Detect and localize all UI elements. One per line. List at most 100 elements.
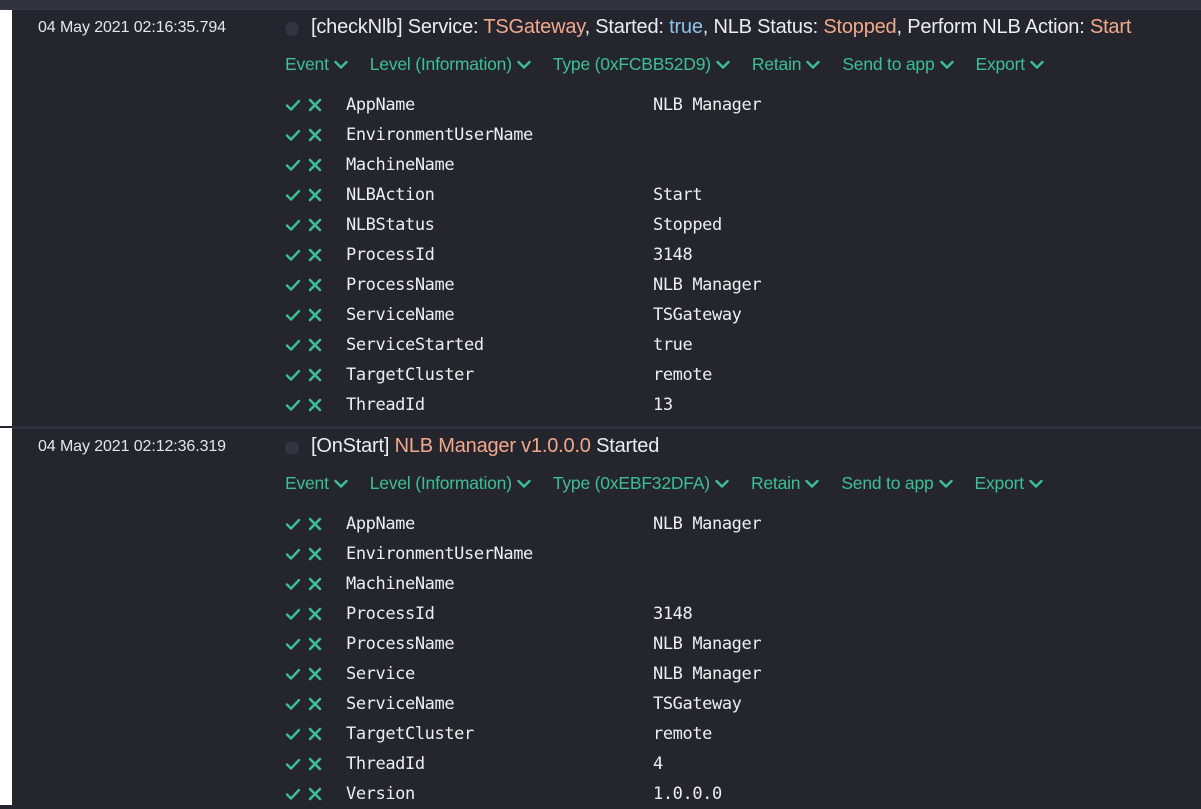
x-icon[interactable] [307, 157, 323, 173]
property-value: remote [653, 724, 713, 744]
property-name: ProcessName [346, 634, 455, 654]
type-menu-button[interactable]: Type (0xFCBB52D9) [553, 54, 730, 75]
event-menu-button[interactable]: Event [285, 54, 348, 75]
property-name: ServiceName [346, 694, 455, 714]
level-menu-button[interactable]: Level (Information) [370, 473, 531, 494]
x-icon[interactable] [307, 397, 323, 413]
x-icon[interactable] [307, 367, 323, 383]
property-value: remote [653, 365, 713, 385]
chevron-down-icon [334, 60, 348, 70]
chevron-down-icon [517, 479, 531, 489]
property-name: MachineName [346, 574, 455, 594]
x-icon[interactable] [307, 696, 323, 712]
property-row: MachineName [285, 150, 761, 180]
property-name: TargetCluster [346, 365, 474, 385]
check-icon[interactable] [285, 187, 301, 203]
export-menu-button[interactable]: Export [976, 54, 1044, 75]
check-icon[interactable] [285, 756, 301, 772]
check-icon[interactable] [285, 516, 301, 532]
message-highlight: NLB Manager [394, 435, 516, 457]
chevron-down-icon [1030, 60, 1044, 70]
event-row[interactable]: 04 May 2021 02:12:36.319 [OnStart] NLB M… [12, 426, 1201, 809]
x-icon[interactable] [307, 217, 323, 233]
check-icon[interactable] [285, 277, 301, 293]
property-name: Service [346, 664, 415, 684]
x-icon[interactable] [307, 516, 323, 532]
property-row: ThreadId 13 [285, 390, 761, 420]
x-icon[interactable] [307, 97, 323, 113]
check-icon[interactable] [285, 786, 301, 802]
type-menu-button[interactable]: Type (0xEBF32DFA) [553, 473, 729, 494]
event-actions: Event Level (Information) Type (0xFCBB52D9… [285, 54, 1066, 75]
event-timestamp: 04 May 2021 02:12:36.319 [38, 438, 226, 455]
x-icon[interactable] [307, 247, 323, 263]
check-icon[interactable] [285, 666, 301, 682]
x-icon[interactable] [307, 786, 323, 802]
property-row: ProcessName NLB Manager [285, 629, 762, 659]
property-name: TargetCluster [346, 724, 474, 744]
property-row: NLBAction Start [285, 180, 761, 210]
check-icon[interactable] [285, 247, 301, 263]
event-message[interactable]: [OnStart] NLB Manager v1.0.0.0 Started [311, 435, 659, 458]
property-name: MachineName [346, 155, 455, 175]
property-value: Start [653, 185, 703, 205]
message-text: , Started: [584, 16, 670, 38]
event-menu-button[interactable]: Event [285, 473, 348, 494]
menu-label: Retain [750, 473, 801, 493]
level-menu-button[interactable]: Level (Information) [370, 54, 531, 75]
property-row: TargetCluster remote [285, 360, 761, 390]
x-icon[interactable] [307, 127, 323, 143]
menu-label: Send to app [842, 54, 935, 74]
property-row: ProcessName NLB Manager [285, 270, 762, 300]
x-icon[interactable] [307, 576, 323, 592]
check-icon[interactable] [285, 696, 301, 712]
property-value: 3148 [653, 604, 693, 624]
check-icon[interactable] [285, 726, 301, 742]
x-icon[interactable] [307, 606, 323, 622]
property-value: NLB Manager [653, 275, 762, 295]
x-icon[interactable] [307, 546, 323, 562]
property-name: EnvironmentUserName [346, 544, 533, 564]
check-icon[interactable] [285, 337, 301, 353]
property-name: AppName [346, 514, 415, 534]
property-row: ServiceName TSGateway [285, 689, 761, 719]
retain-menu-button[interactable]: Retain [750, 473, 820, 494]
check-icon[interactable] [285, 606, 301, 622]
chevron-down-icon [1029, 479, 1043, 489]
x-icon[interactable] [307, 636, 323, 652]
x-icon[interactable] [307, 187, 323, 203]
chevron-down-icon [715, 479, 729, 489]
event-timestamp: 04 May 2021 02:16:35.794 [38, 19, 226, 36]
export-menu-button[interactable]: Export [975, 473, 1043, 494]
check-icon[interactable] [285, 217, 301, 233]
property-row: EnvironmentUserName [285, 120, 761, 150]
check-icon[interactable] [285, 157, 301, 173]
check-icon[interactable] [285, 97, 301, 113]
chevron-down-icon [517, 60, 531, 70]
x-icon[interactable] [307, 726, 323, 742]
x-icon[interactable] [307, 307, 323, 323]
x-icon[interactable] [307, 277, 323, 293]
x-icon[interactable] [307, 666, 323, 682]
check-icon[interactable] [285, 397, 301, 413]
message-highlight: true [669, 16, 703, 38]
send-menu-button[interactable]: Send to app [841, 473, 953, 494]
x-icon[interactable] [307, 756, 323, 772]
check-icon[interactable] [285, 576, 301, 592]
check-icon[interactable] [285, 367, 301, 383]
property-name: ProcessName [346, 275, 455, 295]
property-row: ThreadId 4 [285, 749, 761, 779]
property-row: AppName NLB Manager [285, 509, 762, 539]
menu-label: Type (0xEBF32DFA) [552, 473, 710, 493]
property-name: AppName [346, 95, 415, 115]
check-icon[interactable] [285, 307, 301, 323]
x-icon[interactable] [307, 337, 323, 353]
check-icon[interactable] [285, 636, 301, 652]
event-message[interactable]: [checkNlb] Service: TSGateway, Started: … [311, 16, 1131, 39]
check-icon[interactable] [285, 127, 301, 143]
retain-menu-button[interactable]: Retain [752, 54, 821, 75]
send-menu-button[interactable]: Send to app [842, 54, 954, 75]
event-row[interactable]: 04 May 2021 02:16:35.794 [checkNlb] Serv… [12, 10, 1201, 426]
check-icon[interactable] [285, 546, 301, 562]
chevron-down-icon [938, 479, 953, 489]
